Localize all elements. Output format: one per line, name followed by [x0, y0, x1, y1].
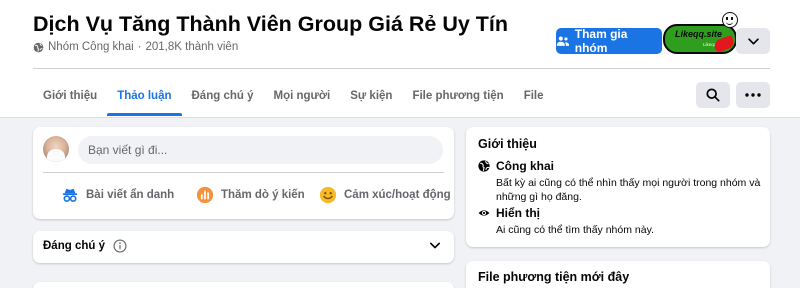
avatar[interactable]	[43, 136, 69, 162]
feeling-activity-label: Cảm xúc/hoạt động	[344, 189, 451, 201]
people-icon	[556, 36, 570, 46]
group-meta: Nhóm Công khai · 201,8K thành viên	[33, 41, 238, 53]
eye-icon	[478, 210, 490, 216]
globe-icon	[478, 160, 490, 172]
info-icon[interactable]	[113, 239, 127, 253]
anonymous-post-label: Bài viết ẩn danh	[86, 189, 175, 201]
featured-section[interactable]: Đáng chú ý	[33, 231, 454, 263]
featured-title: Đáng chú ý	[43, 240, 105, 252]
post-composer: Bài viết ẩn danh Thăm dò ý kiến Cảm xúc/…	[33, 127, 454, 219]
more-dots-icon	[745, 93, 761, 97]
anonymous-icon	[62, 188, 78, 202]
tab-files[interactable]: File	[514, 76, 554, 116]
post-input[interactable]	[78, 136, 443, 164]
join-group-button[interactable]: Tham gia nhóm	[556, 27, 662, 55]
search-button[interactable]	[696, 82, 730, 108]
group-tabs: Giới thiệu Thảo luận Đáng chú ý Mọi ngườ…	[33, 76, 554, 116]
chevron-down-icon	[747, 37, 759, 45]
about-item-name: Công khai	[496, 159, 555, 173]
featured-header: Đáng chú ý	[43, 239, 127, 253]
recent-media-card: File phương tiện mới đây	[466, 261, 770, 288]
more-options-button[interactable]	[736, 82, 770, 108]
search-icon	[706, 88, 720, 102]
globe-icon	[33, 42, 44, 52]
group-header: Dịch Vụ Tăng Thành Viên Group Giá Rẻ Uy …	[0, 0, 800, 118]
tab-discussion[interactable]: Thảo luận	[107, 76, 182, 116]
group-title: Dịch Vụ Tăng Thành Viên Group Giá Rẻ Uy …	[33, 12, 509, 36]
tab-events[interactable]: Sự kiện	[340, 76, 402, 116]
poll-button[interactable]: Thăm dò ý kiến	[196, 183, 305, 207]
poll-icon	[196, 186, 214, 204]
expand-header-button[interactable]	[736, 28, 770, 54]
feed-card	[33, 282, 454, 288]
about-item-desc: Ai cũng có thể tìm thấy nhóm này.	[496, 224, 654, 236]
about-item-desc: Bất kỳ ai cũng có thể nhìn thấy mọi ngườ…	[496, 177, 761, 203]
recent-media-title: File phương tiện mới đây	[478, 270, 630, 284]
join-group-label: Tham gia nhóm	[574, 27, 628, 55]
tab-media[interactable]: File phương tiện	[402, 76, 513, 116]
smiley-icon	[319, 186, 337, 204]
chevron-down-icon[interactable]	[430, 242, 440, 249]
group-member-count[interactable]: 201,8K thành viên	[146, 41, 239, 53]
about-title: Giới thiệu	[478, 137, 537, 151]
feeling-activity-button[interactable]: Cảm xúc/hoạt động	[319, 183, 451, 207]
composer-divider	[43, 172, 444, 173]
meta-separator: ·	[137, 41, 142, 53]
tab-featured[interactable]: Đáng chú ý	[182, 76, 264, 116]
about-card: Giới thiệu Công khai Bất kỳ ai cũng có t…	[466, 127, 770, 247]
group-privacy[interactable]: Nhóm Công khai	[48, 41, 134, 53]
anonymous-post-button[interactable]: Bài viết ẩn danh	[61, 183, 174, 207]
about-item-name: Hiển thị	[496, 206, 540, 220]
tab-people[interactable]: Mọi người	[263, 76, 340, 116]
header-divider	[33, 68, 770, 69]
poll-label: Thăm dò ý kiến	[221, 189, 305, 201]
smiley-face-icon	[722, 12, 738, 28]
logo-text: Likeqq.site	[675, 29, 723, 39]
tab-about[interactable]: Giới thiệu	[33, 76, 107, 116]
